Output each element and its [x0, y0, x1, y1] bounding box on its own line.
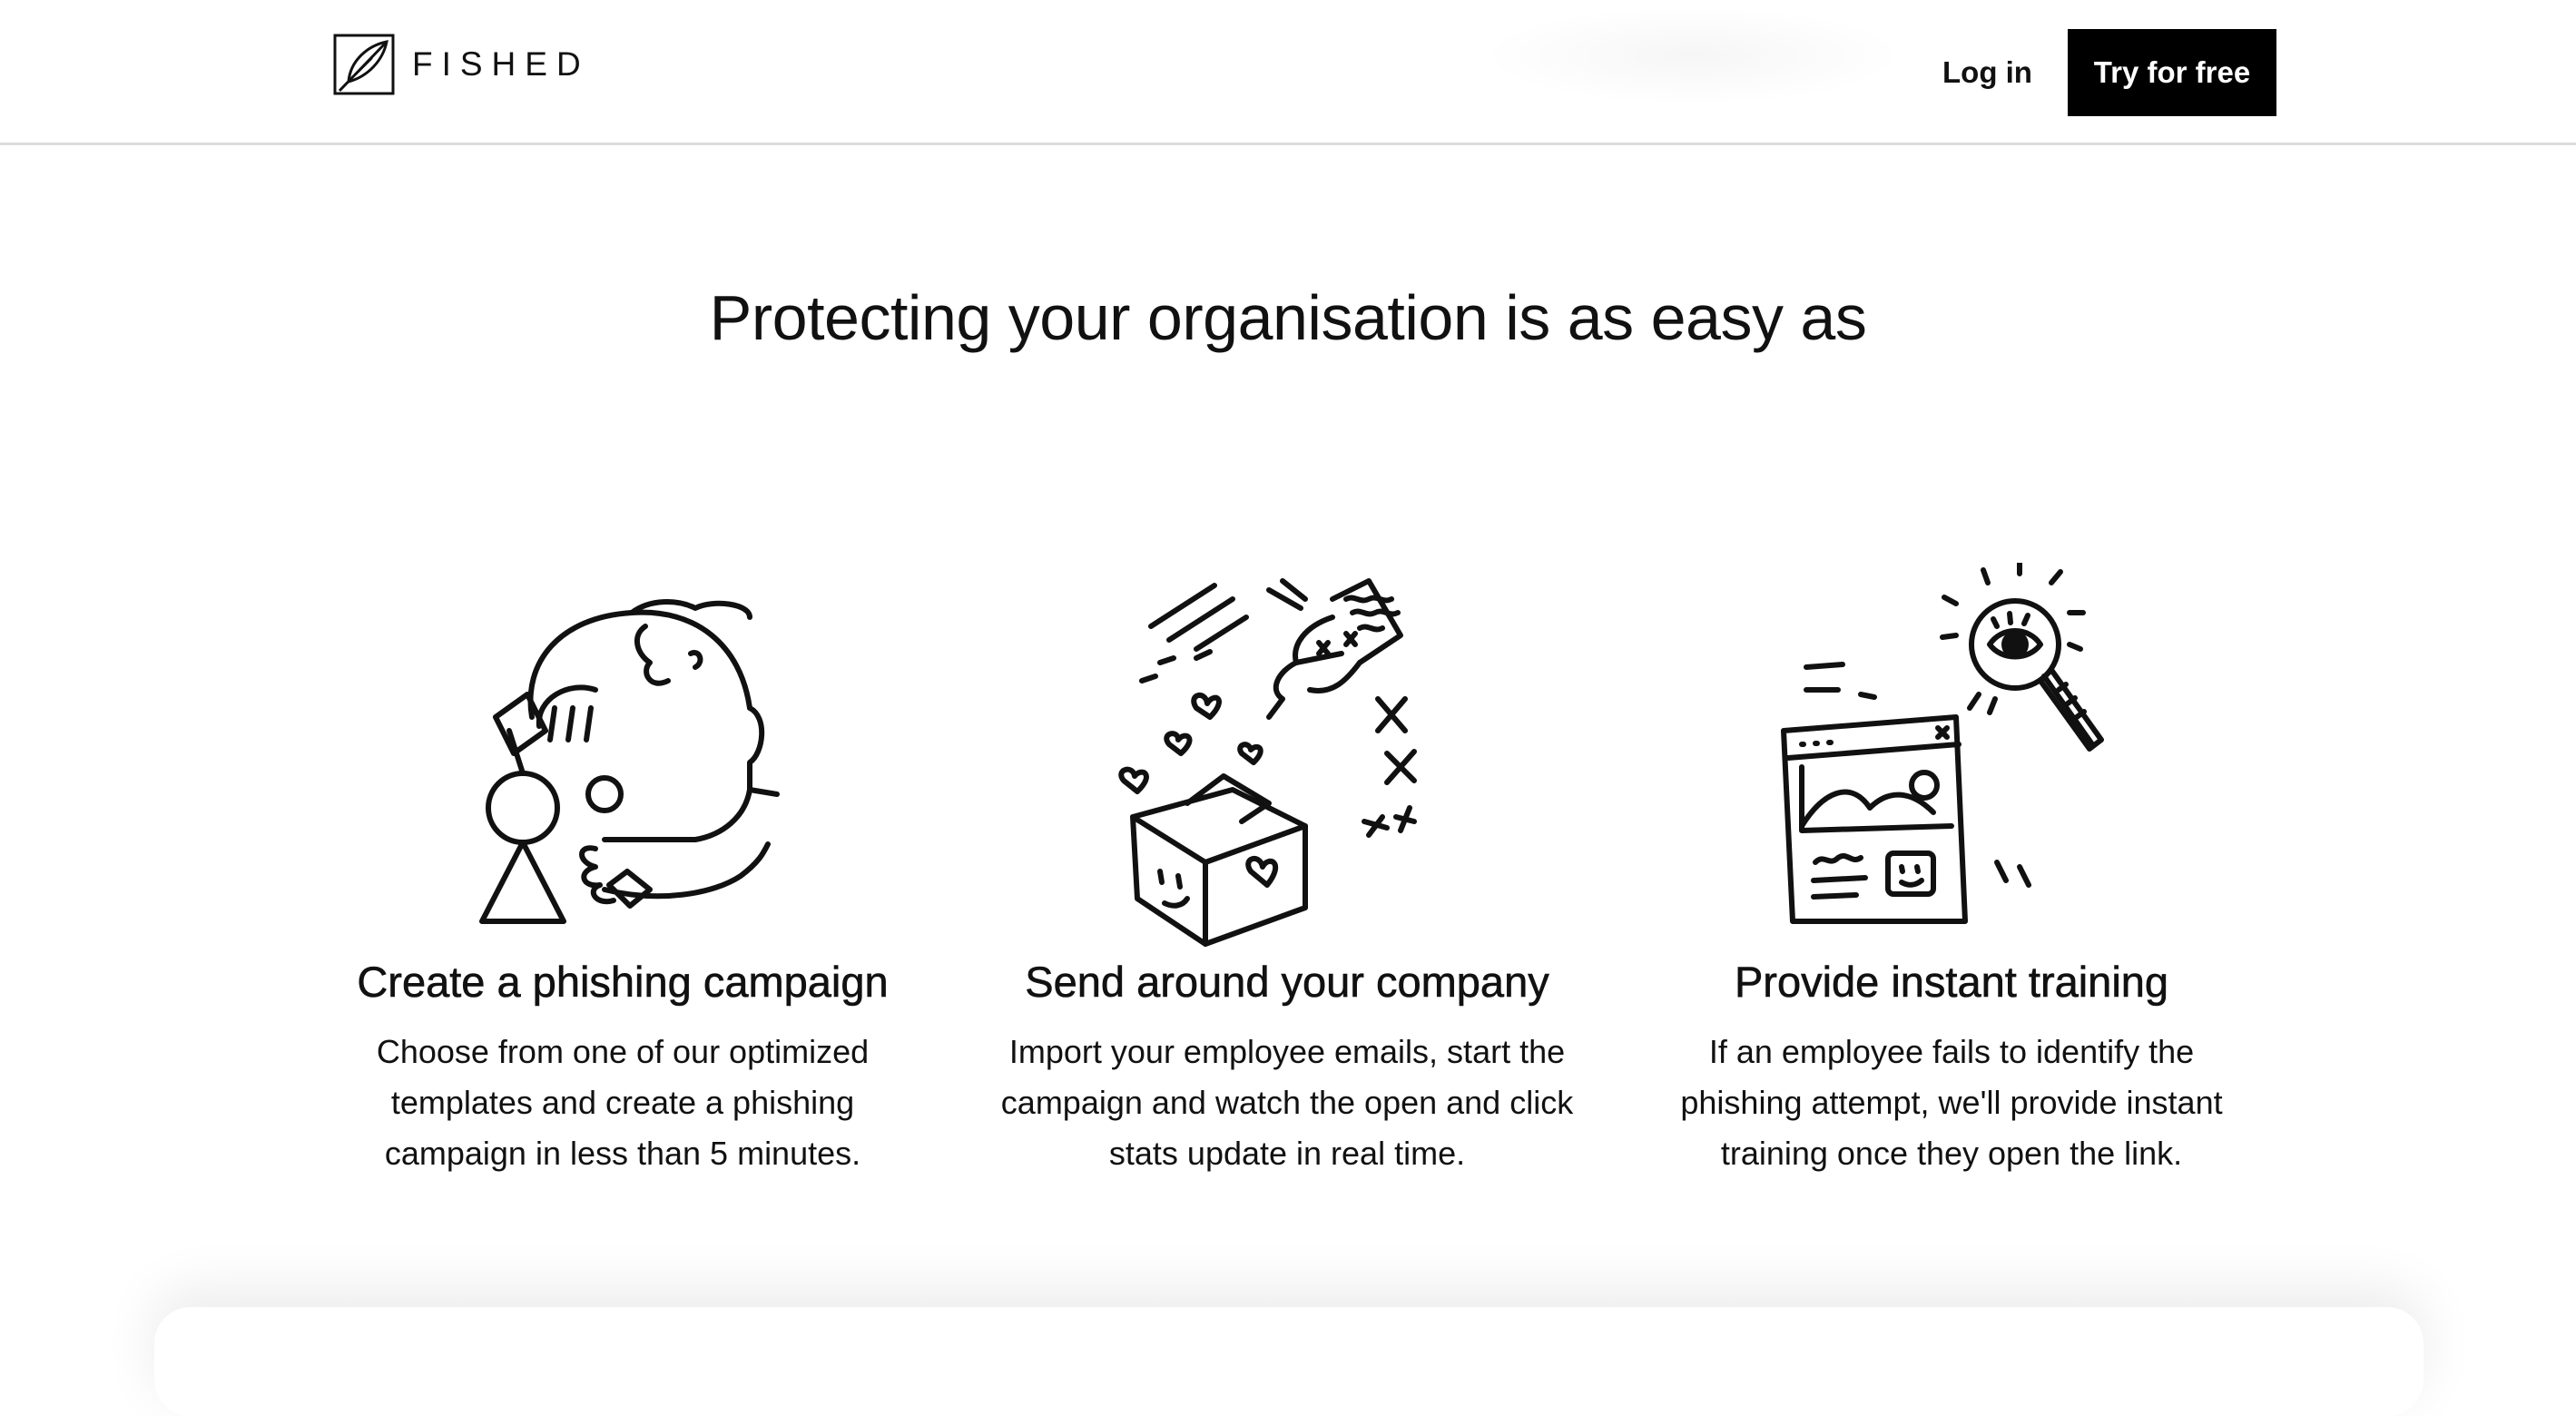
login-link[interactable]: Log in — [1924, 29, 2050, 116]
step-title: Create a phishing campaign — [357, 958, 889, 1007]
step-instant-training: Provide instant training If an employee … — [1643, 563, 2260, 1179]
step-title: Provide instant training — [1734, 958, 2169, 1007]
instant-training-illustration-icon — [1781, 563, 2104, 924]
step-create-campaign: Create a phishing campaign Choose from o… — [314, 563, 931, 1179]
next-section-card-edge — [154, 1307, 2424, 1416]
section-heading: Protecting your organisation is as easy … — [709, 282, 1867, 353]
logo-wordmark: FISHED — [412, 45, 590, 83]
feather-logo-icon — [333, 34, 395, 95]
send-company-illustration-icon — [1118, 578, 1417, 947]
step-description: If an employee fails to identify the phi… — [1680, 1033, 2223, 1172]
top-navbar: FISHED Log in Try for free — [0, 0, 2576, 145]
logo-link[interactable]: FISHED — [332, 33, 590, 96]
try-for-free-button[interactable]: Try for free — [2068, 29, 2276, 116]
step-description: Choose from one of our optimized templat… — [376, 1033, 870, 1172]
phishing-campaign-illustration-icon — [479, 599, 780, 924]
step-description: Import your employee emails, start the c… — [1000, 1033, 1574, 1172]
nav-background-glow — [1480, 5, 1906, 105]
step-title: Send around your company — [1025, 958, 1549, 1007]
step-send-around: Send around your company Import your emp… — [978, 563, 1596, 1179]
